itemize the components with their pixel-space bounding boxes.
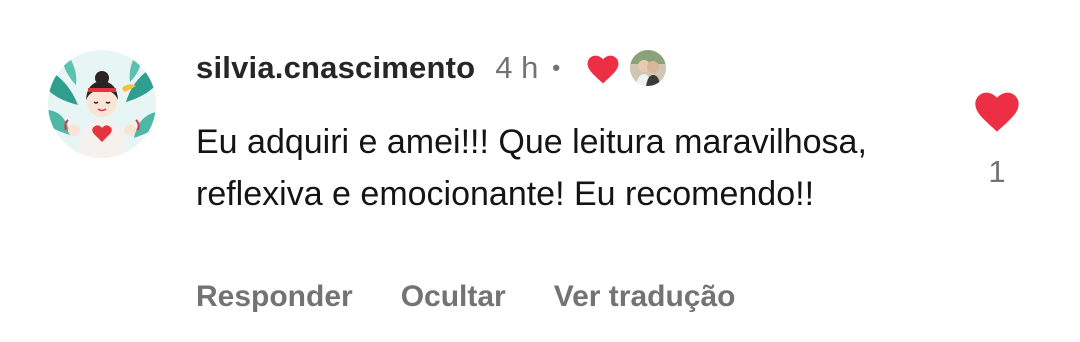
like-count: 1 xyxy=(988,154,1006,189)
hide-button[interactable]: Ocultar xyxy=(401,280,506,314)
creator-avatar xyxy=(630,50,667,86)
user-avatar[interactable] xyxy=(48,50,156,158)
reply-button[interactable]: Responder xyxy=(196,280,353,314)
like-column: 1 xyxy=(970,86,1024,190)
comment-text: Eu adquiri e amei!!! Que leitura maravil… xyxy=(196,123,867,213)
username[interactable]: silvia.cnascimento xyxy=(196,50,475,86)
author-liked-heart-icon xyxy=(584,51,622,85)
comment-timestamp: 4 h xyxy=(495,50,539,85)
separator-dot: • xyxy=(552,55,561,80)
comment-header: silvia.cnascimento 4 h • xyxy=(196,44,667,92)
like-heart-icon[interactable] xyxy=(970,86,1024,136)
comment-actions: Responder Ocultar Ver tradução xyxy=(196,280,735,314)
comment-item: silvia.cnascimento 4 h • Eu adquiri e am… xyxy=(0,0,1080,342)
translate-button[interactable]: Ver tradução xyxy=(554,280,736,314)
